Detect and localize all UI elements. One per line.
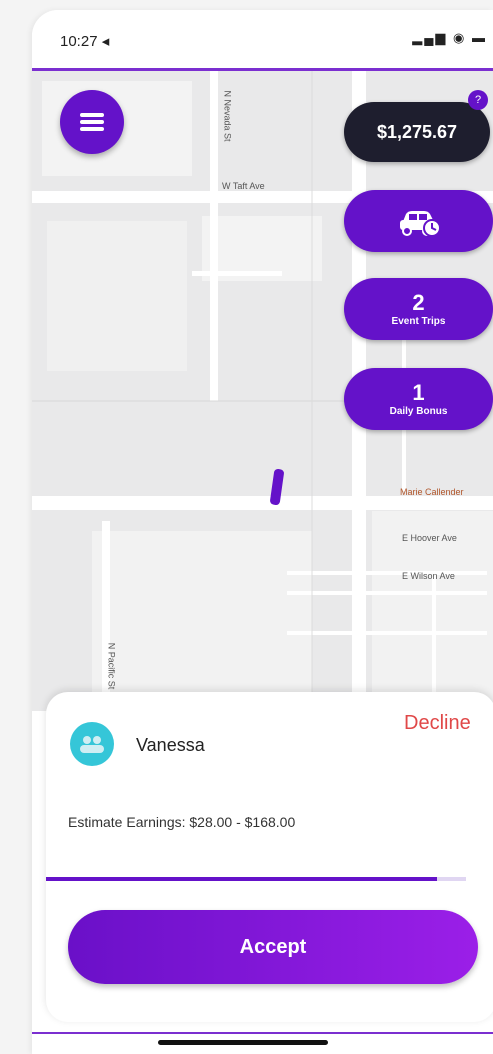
road	[287, 571, 487, 575]
status-bar: 10:27 ◂ ▂▄▆ ◉ ▬	[32, 10, 493, 71]
hamburger-icon	[80, 110, 104, 134]
status-icons: ▂▄▆ ◉ ▬	[412, 30, 487, 45]
road	[32, 496, 493, 510]
street-label: E Hoover Ave	[402, 533, 457, 543]
street-label: N Nevada St	[222, 90, 233, 142]
request-timer-bar	[46, 877, 466, 881]
home-indicator[interactable]	[158, 1040, 328, 1045]
street-label: Marie Callender	[400, 487, 464, 497]
event-trips-button[interactable]: 2 Event Trips	[344, 278, 493, 340]
street-label: E Wilson Ave	[402, 571, 455, 581]
status-time: 10:27 ◂	[60, 33, 110, 50]
rider-avatar	[70, 722, 114, 766]
road	[287, 591, 487, 595]
balance-amount: $1,275.67	[376, 121, 458, 142]
street-label: N Pacific St	[106, 642, 117, 690]
daily-bonus-label: Daily Bonus	[389, 405, 448, 417]
scheduled-rides-button[interactable]	[344, 190, 493, 252]
decline-button[interactable]: Decline	[404, 712, 471, 735]
road	[432, 571, 436, 711]
street-label: W Taft Ave	[222, 181, 265, 191]
road	[210, 71, 218, 401]
accept-label: Accept	[239, 935, 307, 958]
car-clock-icon	[399, 211, 441, 237]
event-trips-label: Event Trips	[391, 315, 446, 327]
phone-screen: 10:27 ◂ ▂▄▆ ◉ ▬ N Nevada St W Taft Ave M…	[32, 10, 493, 1054]
road	[192, 271, 282, 276]
map-block	[92, 531, 312, 701]
daily-bonus-count: 1	[412, 379, 425, 405]
accept-button[interactable]: Accept	[68, 910, 478, 984]
menu-button[interactable]	[60, 90, 124, 154]
balance-pill[interactable]: $1,275.67	[344, 102, 490, 162]
map-block	[47, 221, 187, 371]
event-trips-count: 2	[412, 289, 425, 315]
rider-avatar-icon	[80, 736, 104, 753]
ride-request-card: Vanessa Decline Estimate Earnings: $28.0…	[46, 692, 493, 1022]
estimate-earnings: Estimate Earnings: $28.00 - $168.00	[68, 814, 296, 830]
road	[287, 631, 487, 635]
rider-name: Vanessa	[136, 735, 205, 755]
request-timer-fill	[46, 877, 437, 881]
daily-bonus-button[interactable]: 1 Daily Bonus	[344, 368, 493, 430]
bottom-divider	[32, 1032, 493, 1034]
help-badge[interactable]: ?	[468, 90, 488, 110]
